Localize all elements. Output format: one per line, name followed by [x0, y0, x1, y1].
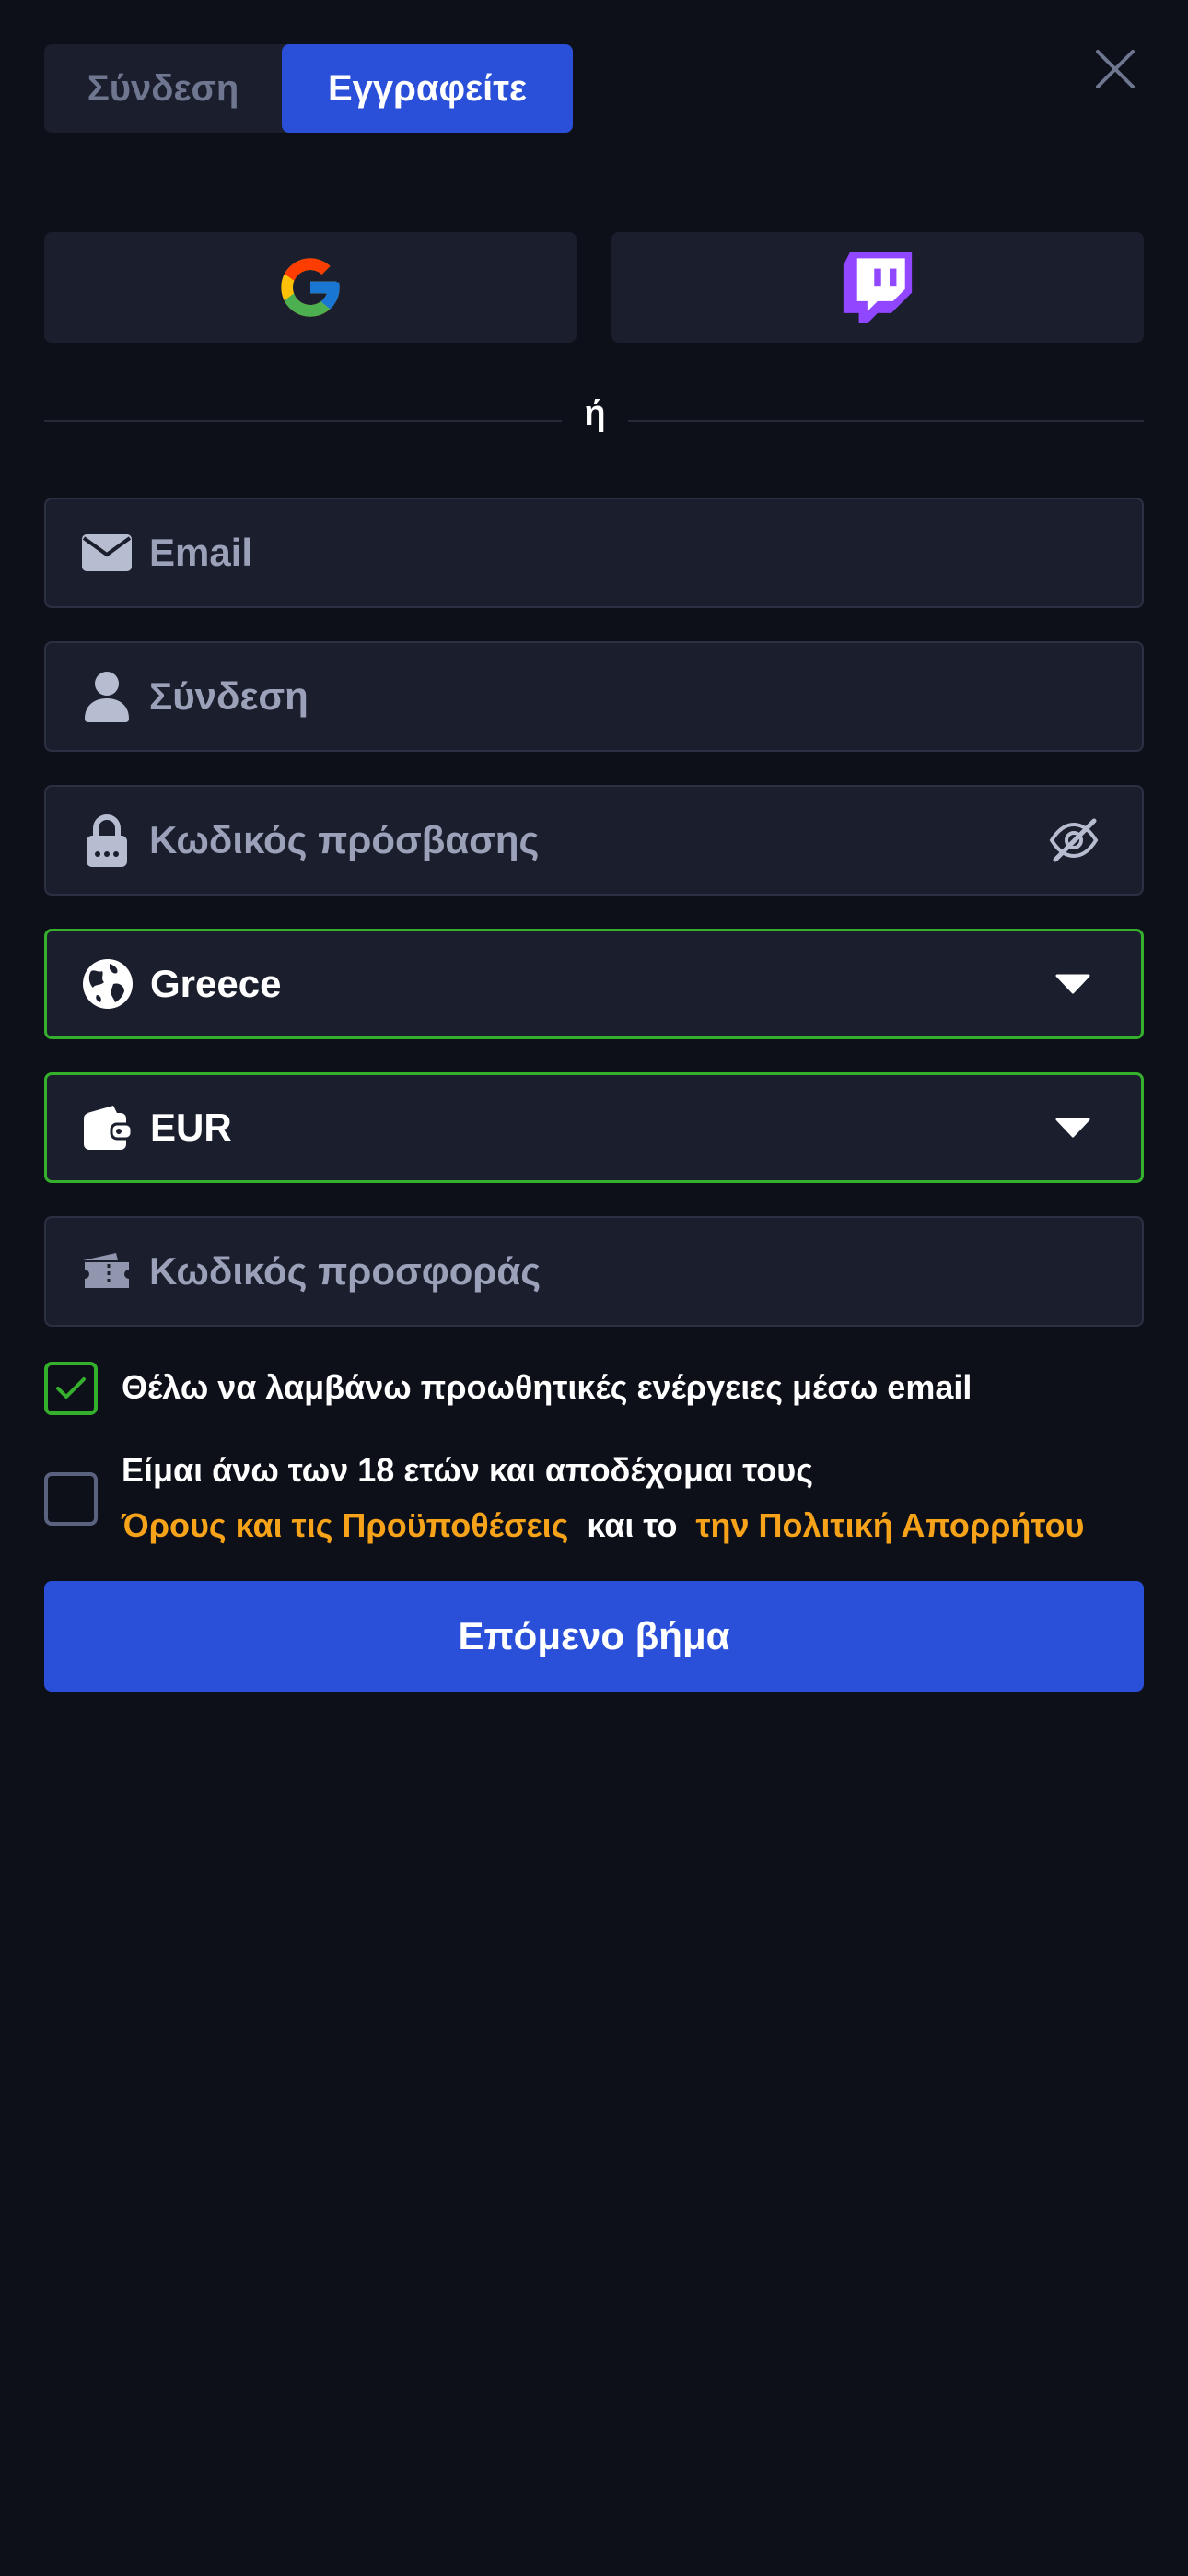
ticket-icon: [79, 1244, 134, 1299]
auth-tabs: Σύνδεση Εγγραφείτε: [44, 44, 573, 133]
terms-line: Όρους και τις Προϋποθέσεις και το την Πο…: [122, 1498, 1084, 1553]
promo-code-field[interactable]: Κωδικός προσφοράς: [44, 1216, 1144, 1327]
google-signin-button[interactable]: [44, 232, 577, 343]
password-field[interactable]: Κωδικός πρόσβασης: [44, 785, 1144, 896]
and-text: και το: [587, 1506, 678, 1544]
password-placeholder: Κωδικός πρόσβασης: [149, 818, 540, 861]
toggle-password-visibility[interactable]: [1046, 813, 1101, 868]
chevron-down-icon: [1045, 956, 1101, 1012]
user-icon: [79, 669, 134, 724]
login-field[interactable]: Σύνδεση: [44, 641, 1144, 752]
checkmark-icon: [56, 1377, 86, 1399]
wallet-icon: [80, 1100, 135, 1155]
age-terms-label: Είμαι άνω των 18 ετών και αποδέχομαι του…: [122, 1451, 813, 1489]
email-placeholder: Email: [149, 531, 253, 574]
registration-page: Σύνδεση Εγγραφείτε ή Email Σύνδεση Κωδικ…: [0, 0, 1188, 2576]
country-select[interactable]: Greece: [44, 929, 1144, 1039]
divider-line-right: [628, 420, 1144, 422]
twitch-signin-button[interactable]: [611, 232, 1144, 343]
login-placeholder: Σύνδεση: [149, 674, 309, 718]
divider-or-text: ή: [584, 394, 606, 433]
chevron-down-icon: [1045, 1100, 1101, 1155]
next-step-button[interactable]: Επόμενο βήμα: [44, 1581, 1144, 1692]
tab-login[interactable]: Σύνδεση: [44, 44, 282, 133]
close-icon: [1096, 50, 1135, 88]
promo-email-label: Θέλω να λαμβάνω προωθητικές ενέργειες μέ…: [122, 1368, 973, 1406]
currency-selected-value: EUR: [150, 1106, 232, 1149]
currency-select[interactable]: EUR: [44, 1072, 1144, 1183]
google-logo-icon: [281, 258, 340, 317]
age-terms-checkbox[interactable]: [44, 1472, 98, 1526]
tab-register[interactable]: Εγγραφείτε: [282, 44, 573, 133]
eye-slash-icon: [1049, 818, 1099, 862]
country-selected-value: Greece: [150, 962, 282, 1005]
lock-icon: [79, 813, 134, 868]
globe-icon: [80, 956, 135, 1012]
close-button[interactable]: [1092, 46, 1138, 92]
promo-email-checkbox[interactable]: [44, 1362, 98, 1415]
email-field[interactable]: Email: [44, 498, 1144, 608]
privacy-policy-link[interactable]: την Πολιτική Απορρήτου: [695, 1506, 1084, 1544]
promo-code-placeholder: Κωδικός προσφοράς: [149, 1249, 542, 1293]
divider-line-left: [44, 420, 562, 422]
twitch-logo-icon: [843, 252, 913, 323]
terms-link[interactable]: Όρους και τις Προϋποθέσεις: [122, 1506, 568, 1544]
envelope-icon: [79, 525, 134, 580]
